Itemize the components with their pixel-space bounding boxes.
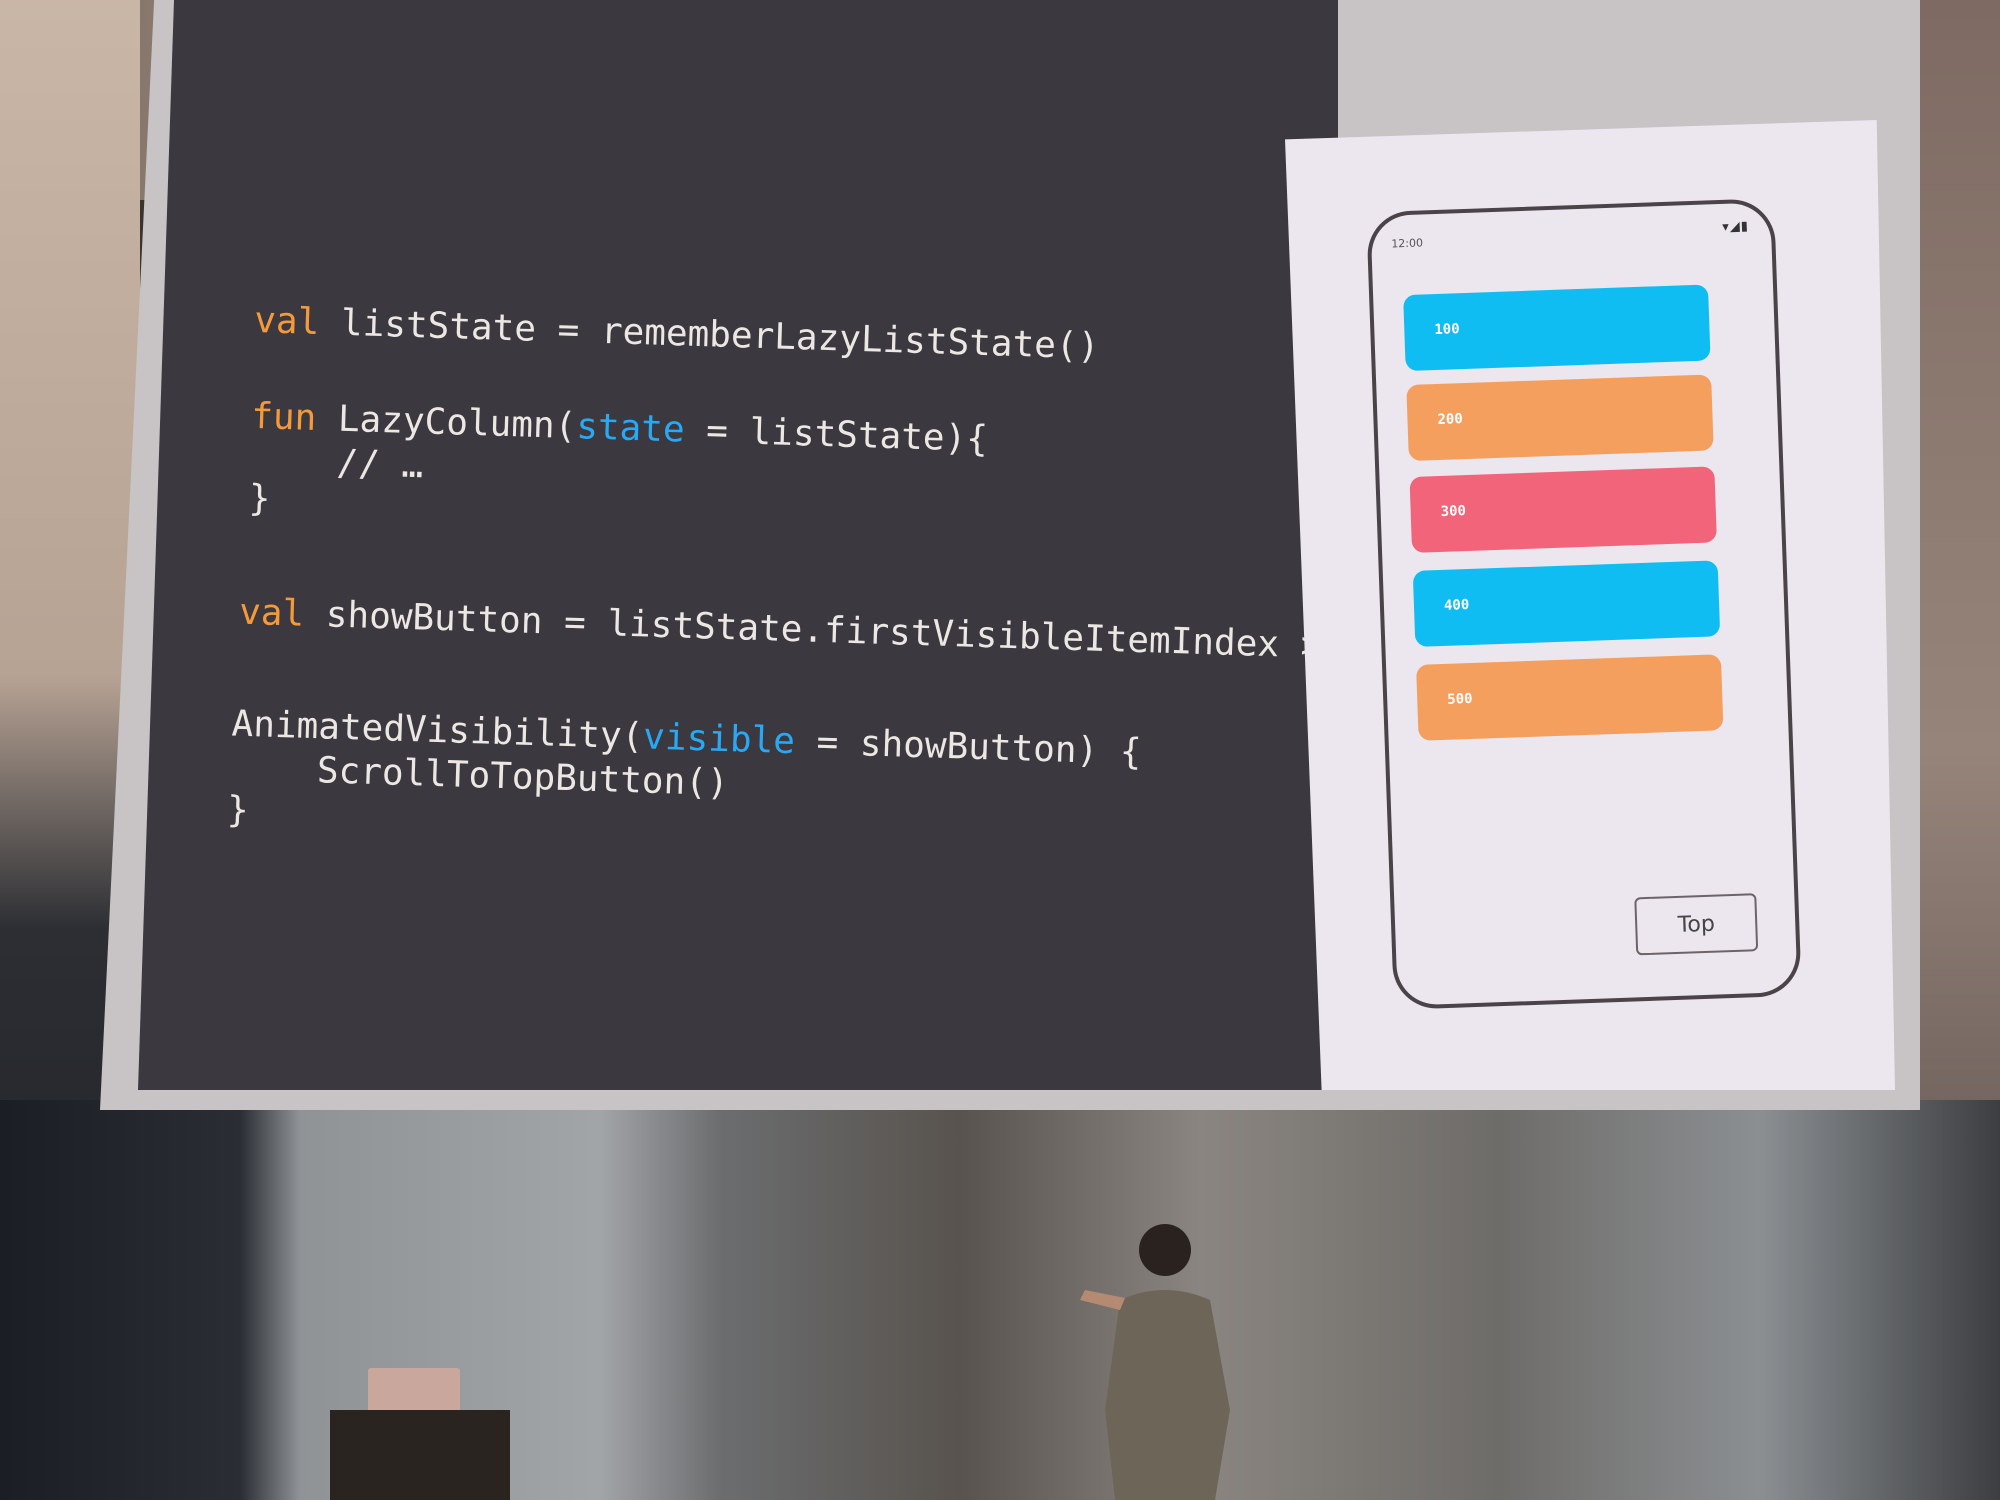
battery-icon: ▮ bbox=[1740, 219, 1750, 235]
signal-icon: ◢ bbox=[1729, 219, 1742, 235]
podium bbox=[330, 1410, 510, 1500]
list-item[interactable]: 200 bbox=[1406, 374, 1714, 462]
item-label: 400 bbox=[1443, 597, 1470, 614]
laptop bbox=[368, 1368, 460, 1414]
phone-mockup: 12:00 ▾◢▮ 100 200 300 400 500 Top bbox=[1366, 198, 1802, 1010]
speaker-figure bbox=[1080, 1224, 1230, 1500]
list-item[interactable]: 400 bbox=[1412, 560, 1721, 647]
code-text: LazyColumn( bbox=[315, 397, 577, 448]
list-item[interactable]: 300 bbox=[1409, 466, 1717, 553]
list-item[interactable]: 500 bbox=[1416, 654, 1724, 741]
parameter: state bbox=[575, 406, 686, 451]
status-icons: ▾◢▮ bbox=[1722, 219, 1749, 235]
code-line: } bbox=[226, 789, 249, 831]
code-line: // … bbox=[249, 439, 424, 487]
code-text: } bbox=[248, 477, 272, 520]
item-label: 100 bbox=[1434, 321, 1460, 339]
keyword: val bbox=[238, 591, 305, 635]
scroll-to-top-button[interactable]: Top bbox=[1634, 893, 1759, 956]
code-text: } bbox=[226, 789, 250, 832]
code-comment: // … bbox=[249, 439, 424, 487]
stage-background bbox=[0, 1100, 2000, 1500]
item-label: 200 bbox=[1437, 411, 1464, 428]
item-label: 500 bbox=[1446, 690, 1473, 708]
code-slide bbox=[138, 0, 1338, 1090]
parameter: visible bbox=[642, 716, 796, 763]
item-label: 300 bbox=[1440, 503, 1467, 520]
keyword: fun bbox=[250, 395, 317, 439]
keyword: val bbox=[253, 300, 320, 344]
list-item[interactable]: 100 bbox=[1403, 284, 1711, 372]
code-line: } bbox=[248, 478, 271, 520]
status-time: 12:00 bbox=[1391, 236, 1424, 251]
